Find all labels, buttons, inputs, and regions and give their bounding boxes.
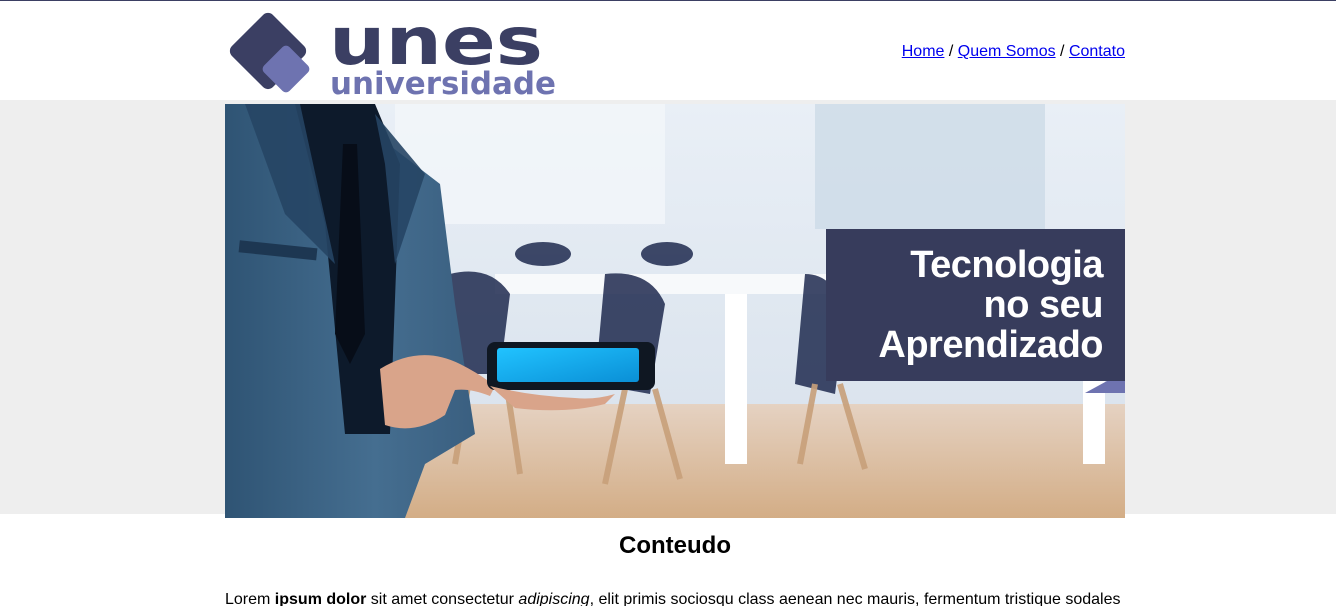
content-paragraph: Lorem ipsum dolor sit amet consectetur a… (225, 590, 1125, 606)
paragraph-text: Lorem (225, 591, 275, 606)
nav-separator: / (1060, 43, 1065, 60)
paragraph-text: sit amet consectetur (366, 591, 519, 606)
content-title: Conteudo (619, 532, 731, 559)
logo-diamond-icon (229, 12, 310, 93)
logo-subtitle: universidade (330, 66, 556, 99)
hero-caption: Tecnologia no seu Aprendizado (826, 229, 1125, 381)
paragraph-italic-text: adipiscing (518, 591, 590, 606)
hero-caption-line: Tecnologia (910, 244, 1103, 286)
paragraph-bold-text: ipsum dolor (274, 591, 367, 606)
nav-link-home[interactable]: Home (902, 43, 945, 60)
hero-caption-line: Aprendizado (878, 324, 1103, 366)
unes-logo[interactable]: unes universidade (225, 7, 565, 99)
hero-caption-line: no seu (983, 284, 1104, 326)
nav-link-quem-somos[interactable]: Quem Somos (958, 43, 1056, 60)
hero-banner: Tecnologia no seu Aprendizado (225, 104, 1125, 518)
content-section: Conteudo Lorem ipsum dolor sit amet cons… (225, 530, 1125, 606)
nav-separator: / (948, 43, 954, 60)
site-header: unes universidade Home / Quem Somos / Co… (225, 1, 1125, 101)
main-nav: Home / Quem Somos / Contato (902, 43, 1125, 61)
paragraph-text: , elit primis sociosqu class aenean nec … (589, 591, 1121, 606)
nav-link-contato[interactable]: Contato (1069, 43, 1125, 60)
